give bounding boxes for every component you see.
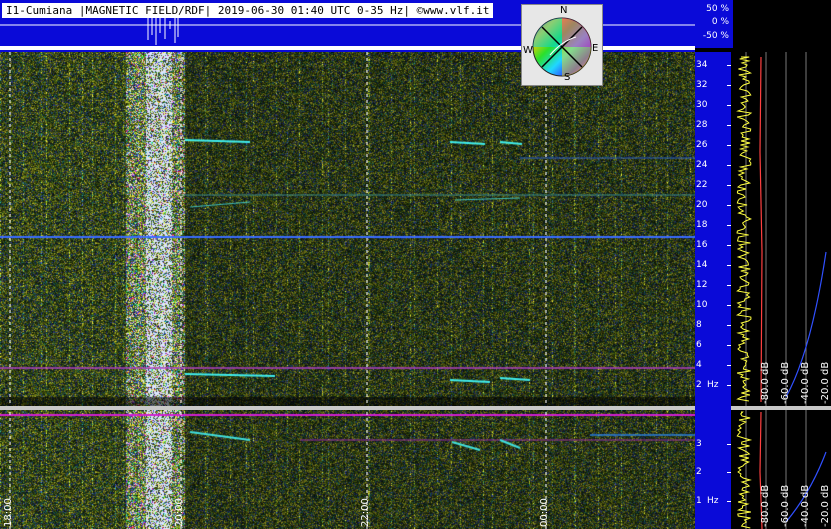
frequency-tick-label: 14 <box>696 260 708 270</box>
level-label-upper: -40.0 dB <box>800 361 811 404</box>
level-label-upper: -60.0 dB <box>780 361 791 404</box>
frequency-unit-label: Hz <box>707 495 719 506</box>
percent-scale: 50 % 0 % -50 % <box>695 0 733 48</box>
frequency-tick-label: 4 <box>696 360 702 370</box>
compass-n: N <box>560 5 568 16</box>
frequency-tick-label: 28 <box>696 120 708 130</box>
time-tick-label: 00:00 <box>539 498 550 527</box>
level-trace <box>731 52 831 529</box>
level-label-lower: -40.0 dB <box>800 484 811 527</box>
frequency-tick-label: 20 <box>696 200 708 210</box>
frequency-tick-label: 16 <box>696 240 708 250</box>
level-red-line-upper <box>759 56 763 403</box>
level-separator <box>731 406 831 410</box>
frequency-axis: 2 4 6 8 10 12 14 16 18 20 22 24 26 28 30 32 34 1 2 3 Hz Hz <box>695 52 731 529</box>
frequency-tick-label: 32 <box>696 80 708 90</box>
frequency-tick-label: 12 <box>696 280 708 290</box>
frequency-unit-label: Hz <box>707 380 719 390</box>
frequency-tick-label: 24 <box>696 160 708 170</box>
frequency-tick-label: 18 <box>696 220 708 230</box>
time-tick-label: 20:00 <box>174 498 185 527</box>
percent-label-top: 50 % <box>706 4 729 14</box>
level-trace-lower <box>736 411 753 529</box>
level-label-upper: -20.0 dB <box>820 361 831 404</box>
time-tick-label: 22:00 <box>360 498 371 527</box>
time-tick-label: 18:00 <box>3 498 14 527</box>
frequency-tick-label: 3 <box>696 439 702 449</box>
frequency-tick-label: 22 <box>696 180 708 190</box>
compass-e: E <box>592 43 599 54</box>
frequency-tick-label: 26 <box>696 140 708 150</box>
percent-label-mid: 0 % <box>711 17 729 27</box>
spectrogram-screen: I1-Cumiana |MAGNETIC FIELD/RDF| 2019-06-… <box>0 0 831 529</box>
level-label-lower: -60.0 dB <box>780 484 791 527</box>
frequency-tick-label: 30 <box>696 100 708 110</box>
page-title: I1-Cumiana |MAGNETIC FIELD/RDF| 2019-06-… <box>2 3 494 18</box>
compass-rose-icon <box>532 17 592 77</box>
frequency-tick-label: 6 <box>696 340 702 350</box>
time-gridlines <box>9 52 547 529</box>
frequency-tick-label: 10 <box>696 300 708 310</box>
rdf-compass: N E S W <box>521 4 603 86</box>
frequency-tick-label: 34 <box>696 60 708 70</box>
level-trace-upper <box>735 56 753 402</box>
level-panel: -80.0 dB -60.0 dB -40.0 dB -20.0 dB -80.0 dB… <box>731 52 831 529</box>
level-label-lower: -80.0 dB <box>760 484 771 527</box>
compass-s: S <box>564 72 571 83</box>
frequency-tick-label: 2 <box>696 380 702 390</box>
percent-label-bottom: -50 % <box>702 31 729 41</box>
frequency-tick-label: 2 <box>696 467 702 478</box>
frequency-tick-label: 8 <box>696 320 702 330</box>
compass-w: W <box>523 45 533 56</box>
frequency-tick-label: 1 <box>696 495 702 506</box>
level-label-lower: -20.0 dB <box>820 484 831 527</box>
level-label-upper: -80.0 dB <box>760 361 771 404</box>
